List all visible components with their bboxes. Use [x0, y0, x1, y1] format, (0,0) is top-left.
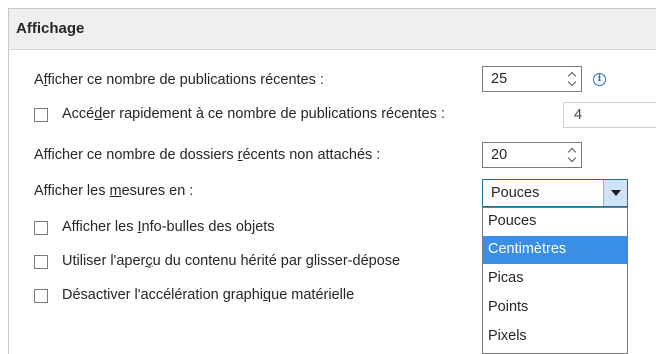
hw-accel-label: Désactiver l'accélération graphique maté…: [62, 287, 354, 303]
preview-label-pre: Utiliser l'aper: [62, 253, 145, 269]
quick-access-checkbox[interactable]: [34, 108, 48, 122]
units-label-post: esures en :: [122, 183, 194, 199]
spin-arrows[interactable]: [565, 68, 579, 90]
hw-accel-checkbox[interactable]: [34, 289, 48, 303]
tooltips-label-pre: Afficher les: [62, 219, 138, 235]
hw-accel-label-pre: Désactiver l'accélération graphi: [62, 287, 263, 303]
quick-access-value: 4: [574, 107, 582, 123]
recent-folders-label: Afficher ce nombre de dossiers récents n…: [34, 147, 380, 163]
hw-accel-label-accesskey: q: [263, 287, 271, 303]
tooltips-label: Afficher les Info-bulles des objets: [62, 219, 275, 235]
recent-docs-label-post: ficher ce nombre de publications récente…: [47, 72, 323, 88]
preview-label: Utiliser l'aperçu du contenu hérité par …: [62, 253, 400, 269]
recent-folders-label-pre: Afficher ce nombre de dossiers: [34, 147, 238, 163]
units-label-accesskey: m: [110, 183, 122, 199]
dropdown-option-points[interactable]: Points: [483, 294, 627, 322]
recent-folders-value: 20: [491, 147, 507, 163]
quick-access-spinner[interactable]: 4: [563, 102, 656, 128]
spin-down-icon[interactable]: [568, 78, 576, 86]
units-select-button[interactable]: [603, 180, 627, 206]
dropdown-option-label: Points: [488, 299, 528, 315]
info-icon[interactable]: i: [593, 73, 606, 86]
dropdown-option-label: Pixels: [488, 328, 527, 344]
tooltips-label-post: nfo-bulles des objets: [142, 219, 275, 235]
preview-checkbox[interactable]: [34, 255, 48, 269]
dropdown-option-label: Centimètres: [488, 241, 566, 257]
section-title: Affichage: [16, 20, 84, 37]
tooltips-checkbox[interactable]: [34, 221, 48, 235]
dropdown-option-picas[interactable]: Picas: [483, 265, 627, 293]
spin-down-icon[interactable]: [568, 154, 576, 162]
dropdown-option-pouces[interactable]: Pouces: [483, 208, 627, 236]
units-label: Afficher les mesures en :: [34, 183, 193, 199]
dropdown-option-pixels[interactable]: Pixels: [483, 323, 627, 351]
units-dropdown-list: Pouces Centimètres Picas Points Pixels: [482, 207, 628, 354]
section-header: Affichage: [9, 9, 656, 50]
recent-folders-label-post: écents non attachés :: [242, 147, 380, 163]
quick-access-label: Accéder rapidement à ce nombre de public…: [62, 106, 445, 122]
dropdown-option-label: Picas: [488, 270, 523, 286]
dropdown-option-centimetres[interactable]: Centimètres: [483, 236, 627, 264]
preview-label-accesskey: ç: [145, 253, 152, 269]
dropdown-option-label: Pouces: [488, 213, 536, 229]
recent-docs-spinner[interactable]: 25: [482, 66, 582, 92]
quick-access-label-post: er rapidement à ce nombre de publication…: [102, 106, 445, 122]
units-select[interactable]: Pouces: [482, 179, 628, 207]
units-label-pre: Afficher les: [34, 183, 110, 199]
preview-label-post: u du contenu hérité par glisser-dépose: [153, 253, 400, 269]
units-select-value: Pouces: [491, 185, 539, 201]
recent-folders-spinner[interactable]: 20: [482, 142, 582, 168]
recent-docs-value: 25: [491, 71, 507, 87]
spin-arrows[interactable]: [565, 144, 579, 166]
chevron-down-icon[interactable]: [611, 190, 621, 196]
options-panel: Affichage Afficher ce nombre de publicat…: [8, 8, 656, 354]
recent-docs-label-pre: A: [34, 72, 44, 88]
recent-docs-label: Afficher ce nombre de publications récen…: [34, 72, 324, 88]
quick-access-label-pre: Accé: [62, 106, 94, 122]
hw-accel-label-post: ue matérielle: [271, 287, 354, 303]
